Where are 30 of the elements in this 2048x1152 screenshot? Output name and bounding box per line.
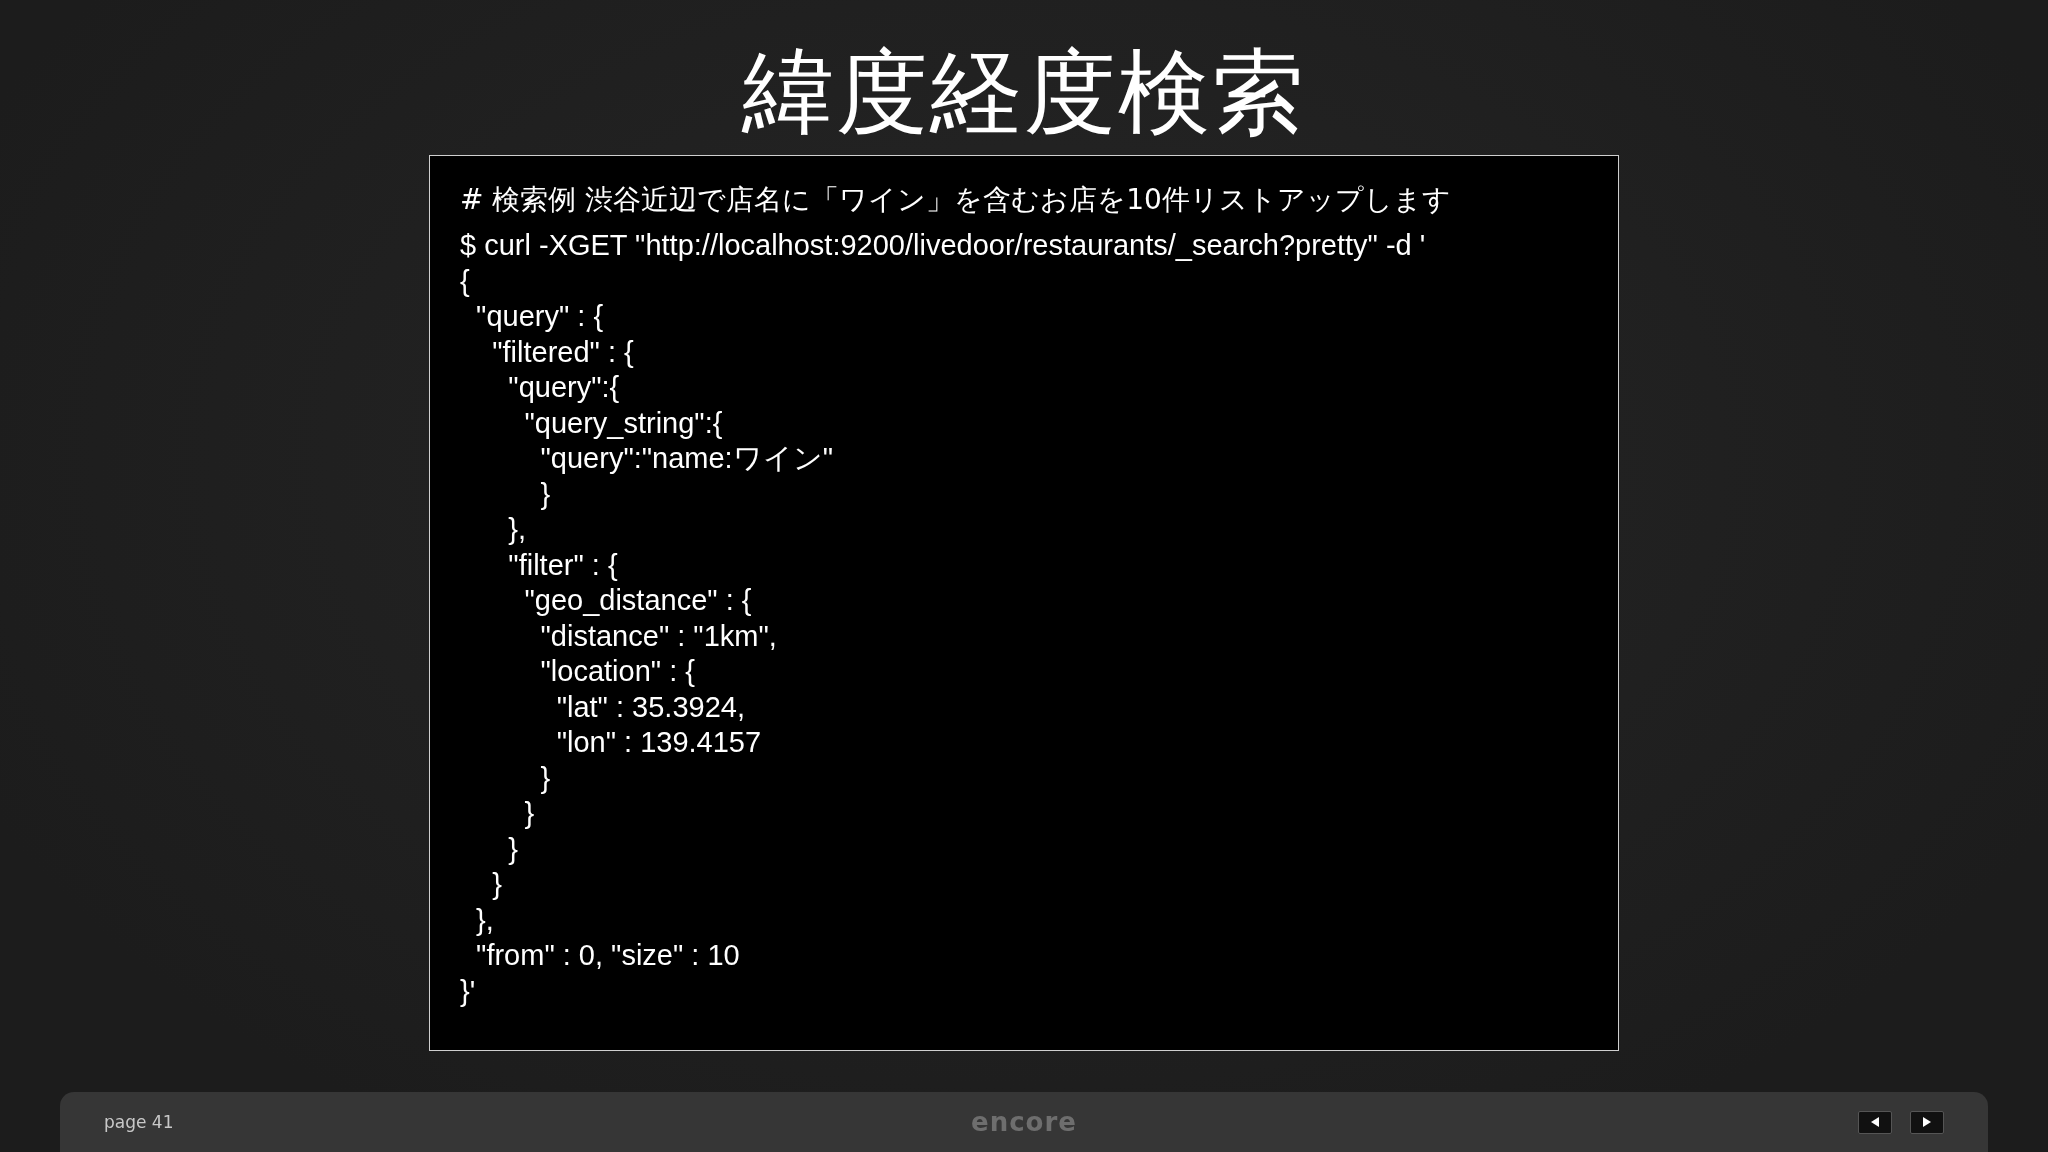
code-line: "filter" : { <box>507 547 618 583</box>
code-line: "from" : 0, "size" : 10 <box>475 938 740 974</box>
code-line: "query" : { <box>475 299 604 335</box>
code-line: "query":"name:ワイン" <box>539 441 833 477</box>
code-line: } <box>523 796 535 832</box>
code-comment: # 検索例 渋谷近辺で店名に「ワイン」を含むお店を10件リストアップします <box>460 182 1451 219</box>
code-line: "filtered" : { <box>491 334 634 370</box>
code-line: } <box>491 867 502 903</box>
code-line: }, <box>507 512 527 548</box>
code-line: "query_string":{ <box>523 405 723 441</box>
code-line: }, <box>475 902 494 938</box>
code-line: "lon" : 139.4157 <box>555 725 762 761</box>
code-line: }' <box>460 973 476 1009</box>
right-triangle-icon <box>1923 1117 1931 1127</box>
next-button[interactable] <box>1910 1110 1944 1134</box>
code-line: } <box>539 760 551 796</box>
code-line: "geo_distance" : { <box>523 583 752 619</box>
slide-title: 緯度経度検索 <box>742 42 1306 144</box>
left-triangle-icon <box>1871 1117 1879 1127</box>
code-line: $ curl -XGET "http://localhost:9200/livedoor/restaurants/_search?pretty" -d ' <box>460 228 1426 264</box>
code-line: "location" : { <box>539 654 695 690</box>
code-line: } <box>507 831 519 867</box>
code-line: "lat" : 35.3924, <box>555 689 745 725</box>
code-line: "distance" : "1km", <box>539 618 777 654</box>
code-line: { <box>460 263 470 299</box>
code-line: } <box>539 476 551 512</box>
page-number: page 41 <box>104 1112 174 1132</box>
code-line: "query":{ <box>507 370 620 406</box>
previous-button[interactable] <box>1858 1110 1892 1134</box>
brand-logo: encore <box>971 1107 1077 1137</box>
